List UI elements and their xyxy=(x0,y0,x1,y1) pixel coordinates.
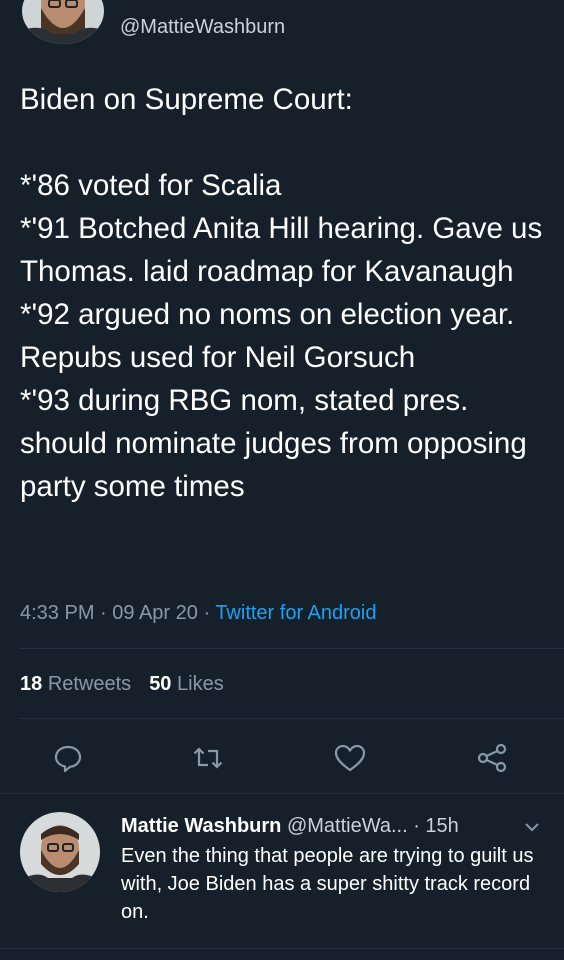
reply-separator: · xyxy=(407,815,426,837)
reply-timestamp[interactable]: 15h xyxy=(425,815,458,837)
divider xyxy=(0,948,564,949)
author-handle[interactable]: @MattieWashburn xyxy=(120,16,285,39)
tweet-date: 09 Apr 20 xyxy=(112,602,198,624)
reply-icon xyxy=(54,745,82,773)
retweet-button[interactable] xyxy=(190,740,226,776)
reply-menu-button[interactable] xyxy=(524,820,540,838)
tweet-meta: 4:33 PM · 09 Apr 20 · Twitter for Androi… xyxy=(20,602,377,625)
likes-count: 50 xyxy=(149,673,172,695)
reply-header: Mattie Washburn @MattieWa... · 15h xyxy=(121,815,459,838)
like-button[interactable] xyxy=(332,740,368,776)
tweet-detail-page: @MattieWashburn Biden on Supreme Court: … xyxy=(0,0,564,960)
retweet-icon xyxy=(193,747,223,769)
meta-separator: · xyxy=(94,602,113,624)
reply-text: Even the thing that people are trying to… xyxy=(121,845,534,923)
likes-stat[interactable]: 50 Likes xyxy=(149,673,224,695)
tweet-source-link[interactable]: Twitter for Android xyxy=(215,602,376,624)
tweet-stats: 18 Retweets 50 Likes xyxy=(20,673,224,696)
chevron-down-icon xyxy=(525,823,539,832)
tweet-time: 4:33 PM xyxy=(20,602,95,624)
retweets-stat[interactable]: 18 Retweets xyxy=(20,673,131,695)
tweet-action-bar xyxy=(0,740,564,780)
reply-button[interactable] xyxy=(50,740,86,776)
divider xyxy=(0,793,564,794)
like-icon xyxy=(334,744,366,772)
share-button[interactable] xyxy=(474,740,510,776)
divider xyxy=(20,648,564,649)
retweets-count: 18 xyxy=(20,673,43,695)
divider xyxy=(20,718,564,719)
reply-avatar[interactable] xyxy=(20,812,100,892)
reply-author-name[interactable]: Mattie Washburn xyxy=(121,815,281,837)
author-avatar[interactable] xyxy=(22,0,104,44)
meta-separator: · xyxy=(197,602,216,624)
share-icon xyxy=(477,743,507,773)
retweets-label: Retweets xyxy=(47,673,132,695)
likes-label: Likes xyxy=(177,673,224,695)
tweet-text: Biden on Supreme Court: *'86 voted for S… xyxy=(20,83,543,503)
reply-author-handle[interactable]: @MattieWa... xyxy=(287,815,408,837)
